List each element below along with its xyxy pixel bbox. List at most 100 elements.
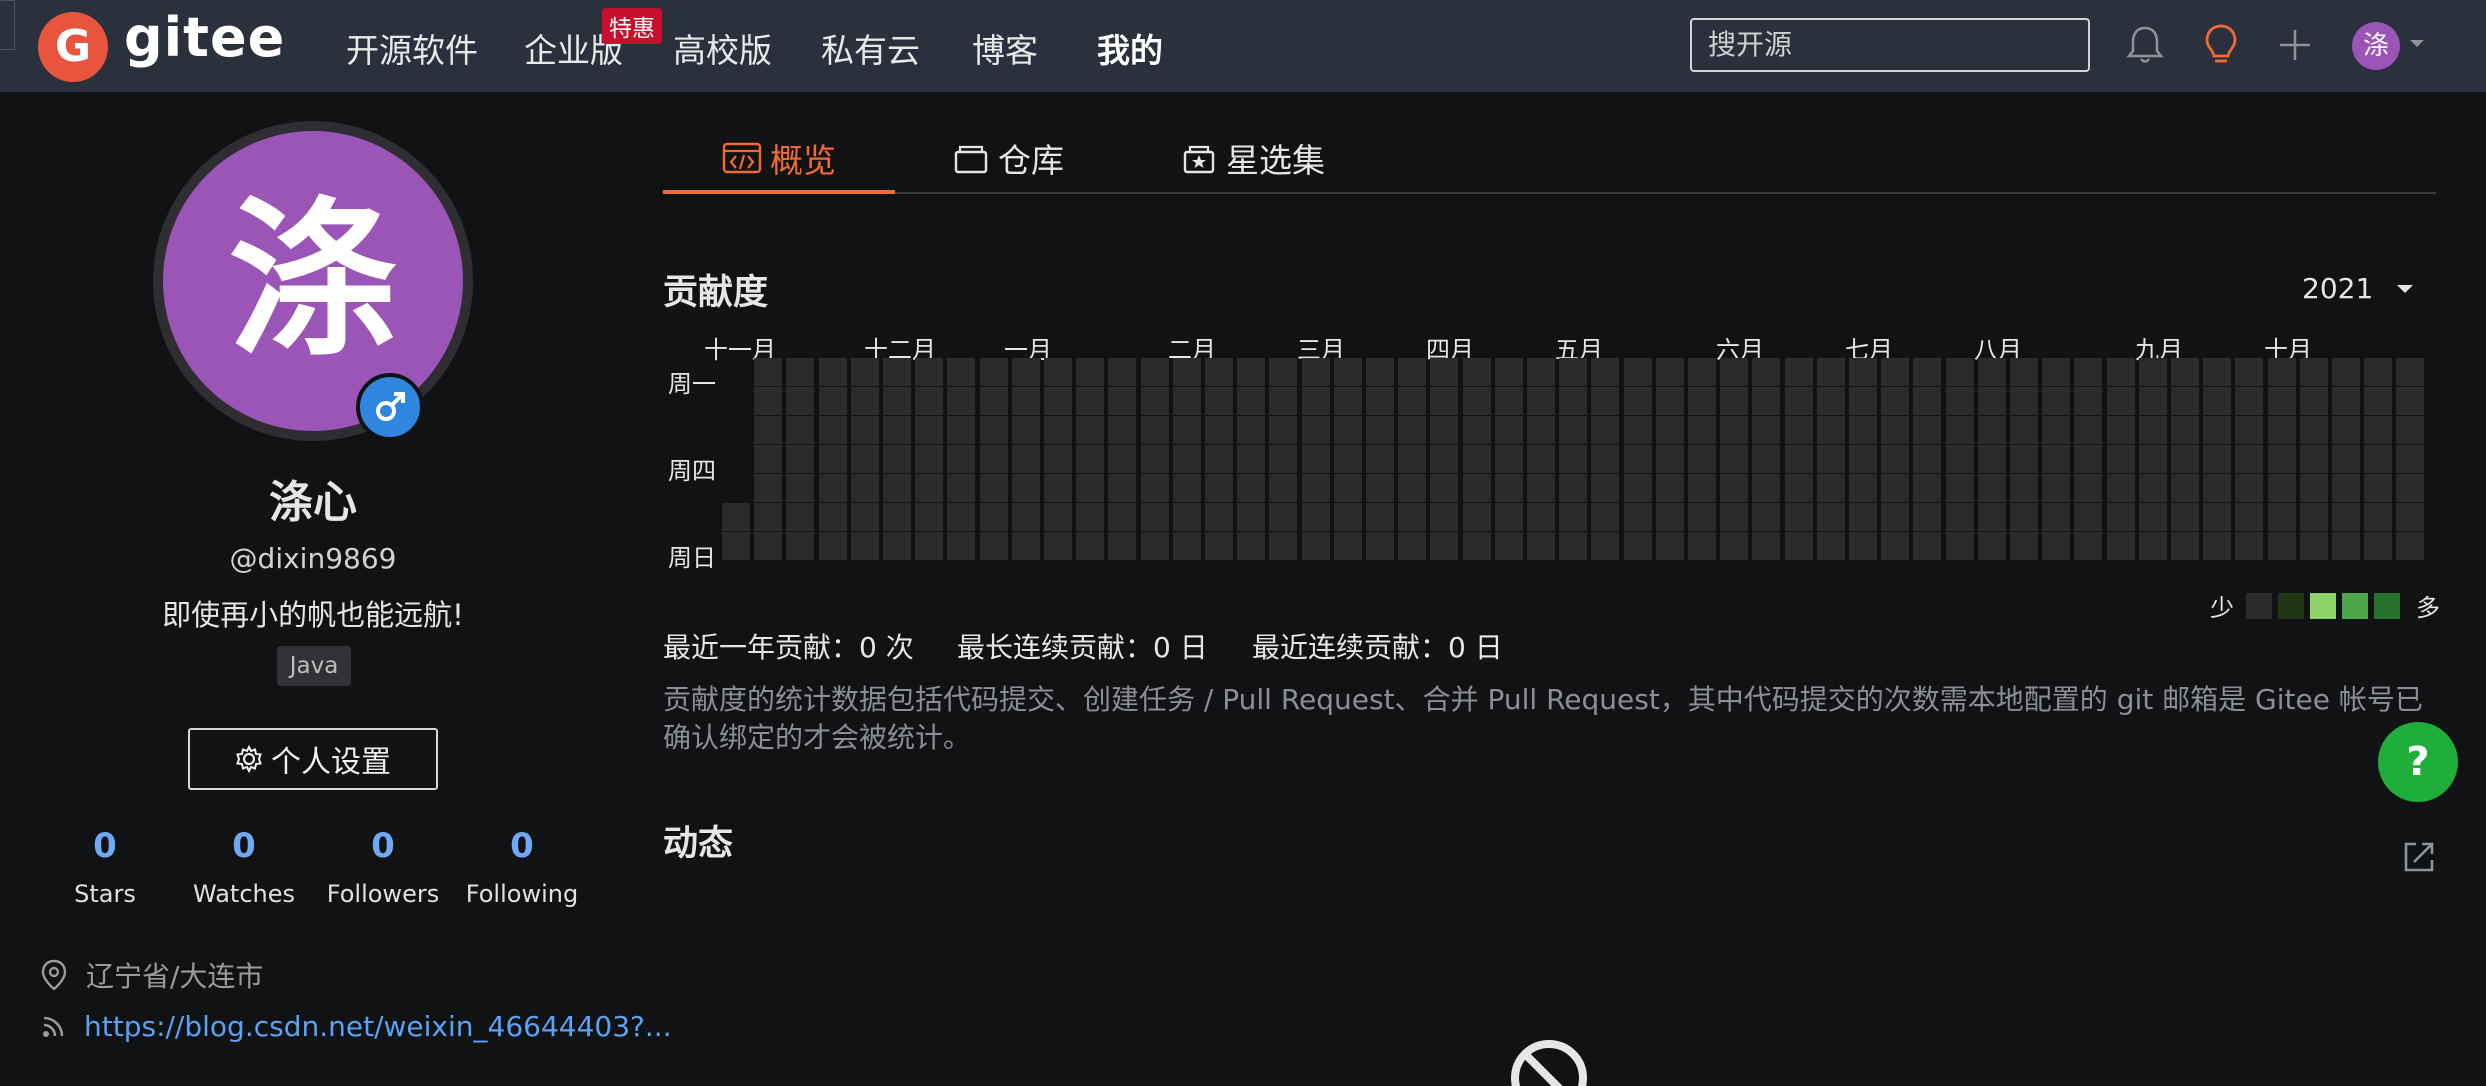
heatmap-cell[interactable] [1269,416,1297,444]
heatmap-cell[interactable] [2300,474,2328,502]
heatmap-cell[interactable] [1366,387,1394,415]
heatmap-cell[interactable] [2332,358,2360,386]
heatmap-cell[interactable] [1495,358,1523,386]
heatmap-cell[interactable] [819,445,847,473]
heatmap-cell[interactable] [1044,416,1072,444]
heatmap-cell[interactable] [1012,416,1040,444]
heatmap-cell[interactable] [1624,532,1652,560]
brand-name[interactable]: gitee [124,6,285,69]
heatmap-cell[interactable] [1624,358,1652,386]
heatmap-cell[interactable] [1076,503,1104,531]
tab-repositories[interactable]: 仓库 [952,134,1064,182]
heatmap-cell[interactable] [1817,358,1845,386]
stat-stars[interactable]: 0 Stars [35,826,175,908]
heatmap-cell[interactable] [1463,416,1491,444]
heatmap-cell[interactable] [1527,503,1555,531]
lightbulb-icon[interactable] [2196,20,2246,70]
heatmap-cell[interactable] [1237,358,1265,386]
heatmap-cell[interactable] [1302,387,1330,415]
heatmap-cell[interactable] [1205,416,1233,444]
heatmap-cell[interactable] [1366,474,1394,502]
heatmap-cell[interactable] [1785,474,1813,502]
heatmap-cell[interactable] [1978,532,2006,560]
heatmap-cell[interactable] [1108,387,1136,415]
heatmap-cell[interactable] [1881,445,1909,473]
heatmap-cell[interactable] [1463,387,1491,415]
heatmap-cell[interactable] [1398,416,1426,444]
nav-open-source[interactable]: 开源软件 [346,24,478,72]
heatmap-cell[interactable] [1269,474,1297,502]
heatmap-cell[interactable] [1076,474,1104,502]
heatmap-cell[interactable] [1946,503,1974,531]
heatmap-cell[interactable] [1720,416,1748,444]
heatmap-cell[interactable] [1141,503,1169,531]
heatmap-cell[interactable] [1237,503,1265,531]
heatmap-cell[interactable] [1269,358,1297,386]
heatmap-cell[interactable] [2107,503,2135,531]
heatmap-cell[interactable] [2139,416,2167,444]
heatmap-cell[interactable] [1591,503,1619,531]
chevron-down-icon[interactable] [2404,30,2430,56]
heatmap-cell[interactable] [754,387,782,415]
heatmap-cell[interactable] [1817,532,1845,560]
heatmap-cell[interactable] [1463,503,1491,531]
heatmap-cell[interactable] [1591,387,1619,415]
heatmap-cell[interactable] [915,358,943,386]
heatmap-cell[interactable] [1302,474,1330,502]
heatmap-cell[interactable] [2010,503,2038,531]
nav-education[interactable]: 高校版 [673,24,772,72]
heatmap-cell[interactable] [1495,474,1523,502]
heatmap-cell[interactable] [2139,358,2167,386]
heatmap-cell[interactable] [980,358,1008,386]
heatmap-cell[interactable] [1946,358,1974,386]
heatmap-cell[interactable] [1334,358,1362,386]
heatmap-cell[interactable] [1881,387,1909,415]
heatmap-cell[interactable] [2396,503,2424,531]
heatmap-cell[interactable] [754,503,782,531]
heatmap-cell[interactable] [1849,474,1877,502]
heatmap-cell[interactable] [2332,503,2360,531]
heatmap-cell[interactable] [1881,416,1909,444]
heatmap-cell[interactable] [2171,503,2199,531]
help-button[interactable]: ? [2378,722,2458,802]
heatmap-cell[interactable] [1946,416,1974,444]
heatmap-cell[interactable] [2171,474,2199,502]
heatmap-cell[interactable] [2074,416,2102,444]
heatmap-cell[interactable] [2074,532,2102,560]
heatmap-cell[interactable] [2203,445,2231,473]
heatmap-cell[interactable] [1817,387,1845,415]
heatmap-cell[interactable] [2139,503,2167,531]
heatmap-cell[interactable] [2364,416,2392,444]
heatmap-cell[interactable] [1978,358,2006,386]
heatmap-cell[interactable] [1366,503,1394,531]
heatmap-cell[interactable] [1978,474,2006,502]
heatmap-cell[interactable] [2074,358,2102,386]
heatmap-cell[interactable] [1398,358,1426,386]
heatmap-cell[interactable] [1366,416,1394,444]
heatmap-cell[interactable] [851,387,879,415]
heatmap-cell[interactable] [1205,387,1233,415]
plus-icon[interactable] [2270,20,2320,70]
heatmap-cell[interactable] [2203,358,2231,386]
heatmap-cell[interactable] [851,358,879,386]
heatmap-cell[interactable] [1591,532,1619,560]
heatmap-cell[interactable] [1108,503,1136,531]
heatmap-cell[interactable] [1785,445,1813,473]
heatmap-cell[interactable] [1785,503,1813,531]
heatmap-cell[interactable] [883,387,911,415]
heatmap-cell[interactable] [1463,474,1491,502]
heatmap-cell[interactable] [1785,532,1813,560]
tab-star-collections[interactable]: 星选集 [1180,134,1325,182]
heatmap-cell[interactable] [754,445,782,473]
heatmap-cell[interactable] [2332,474,2360,502]
heatmap-cell[interactable] [1817,416,1845,444]
heatmap-cell[interactable] [1173,503,1201,531]
heatmap-cell[interactable] [2235,416,2263,444]
heatmap-cell[interactable] [851,503,879,531]
nav-mine[interactable]: 我的 [1097,24,1163,72]
heatmap-cell[interactable] [2268,445,2296,473]
blog-link[interactable]: https://blog.csdn.net/weixin_46644403?..… [84,1010,672,1043]
heatmap-cell[interactable] [2396,358,2424,386]
heatmap-cell[interactable] [1559,387,1587,415]
heatmap-cell[interactable] [1076,532,1104,560]
